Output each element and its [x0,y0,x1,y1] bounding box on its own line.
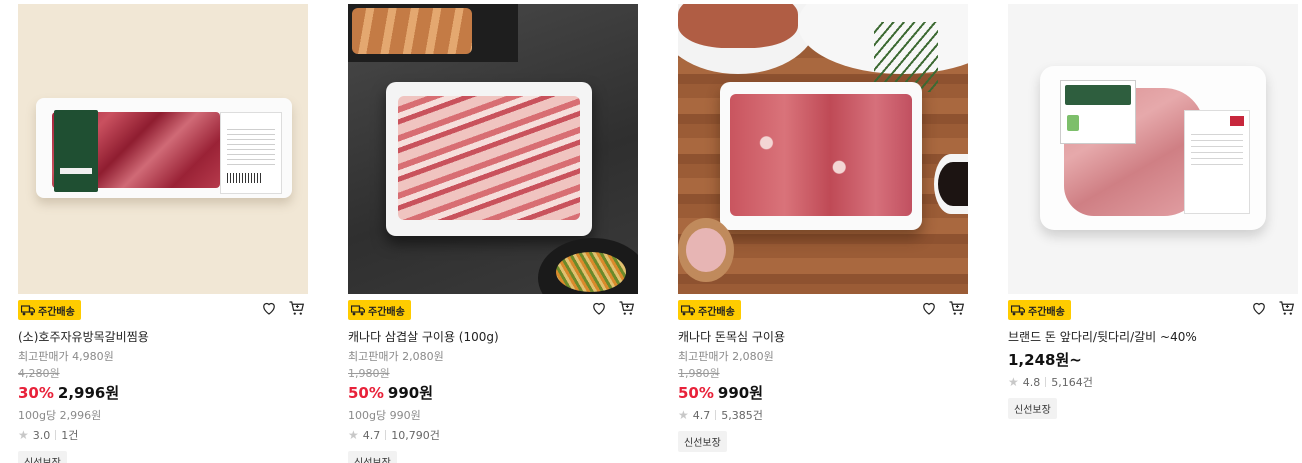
product-card[interactable]: 주간배송 (소)호주자유방목갈비찜용 최고판매가 4,980원 4,280원 3… [18,4,308,463]
original-price: 4,280원 [18,367,60,380]
cart-icon[interactable] [1278,299,1296,317]
product-card[interactable]: 주간배송 캐나다 돈목심 구이용 최고판매가 2,080원 1,980원 50%… [678,4,968,452]
product-name[interactable]: (소)호주자유방목갈비찜용 [18,328,308,345]
original-price: 1,980원 [348,367,390,380]
pork-belly-graphic [398,96,580,220]
delivery-tag-label: 주간배송 [698,306,735,318]
heart-icon[interactable] [590,299,608,317]
heart-icon[interactable] [260,299,278,317]
heart-icon[interactable] [1250,299,1268,317]
rating-score: 4.8 [1022,375,1041,389]
unit-price: 100g당 2,996원 [18,409,102,422]
pork-neck-graphic [730,94,912,216]
sale-price: 2,996원 [57,384,120,402]
reference-price: 최고판매가 4,980원 [18,350,114,363]
brand-label-graphic [1060,80,1136,144]
brand-mark-graphic [1230,116,1244,126]
info-label-graphic [220,112,282,194]
review-count: 1건 [61,429,79,442]
rating-score: 4.7 [692,408,711,422]
truck-icon [20,304,36,316]
sauce-bowl-graphic [934,154,968,214]
truck-icon [1010,304,1026,316]
product-image[interactable] [348,4,638,294]
delivery-tag: 주간배송 [678,300,741,320]
star-icon: ★ [18,428,29,442]
steak-plate-graphic [678,4,818,74]
discount-rate: 50% [678,384,714,402]
star-icon: ★ [678,408,689,422]
rating-row: ★ 4.7 5,385건 [678,407,968,423]
rating-row: ★ 4.7 10,790건 [348,427,638,443]
brand-label-graphic [54,110,98,192]
review-count: 5,164건 [1051,376,1093,389]
review-count: 10,790건 [391,429,440,442]
divider [1045,377,1047,387]
delivery-tag-label: 주간배송 [38,306,75,318]
sale-price-row: 50% 990원 [348,382,638,403]
divider [55,430,57,440]
star-icon: ★ [348,428,359,442]
product-image[interactable] [1008,4,1298,294]
divider [385,430,387,440]
sale-price: 1,248원~ [1008,351,1082,369]
unit-price: 100g당 990원 [348,409,421,422]
product-name[interactable]: 캐나다 돈목심 구이용 [678,328,968,345]
side-dish-graphic [538,238,638,294]
delivery-tag: 주간배송 [18,300,81,320]
cart-icon[interactable] [618,299,636,317]
product-card[interactable]: 주간배송 브랜드 돈 앞다리/뒷다리/갈비 ~40% 1,248원~ ★ 4.8 5… [1008,4,1298,419]
product-name[interactable]: 캐나다 삼겹살 구이용 (100g) [348,328,638,345]
freshness-badge: 신선보장 [678,431,727,452]
salt-bowl-graphic [678,218,734,282]
discount-rate: 30% [18,384,54,402]
cart-icon[interactable] [948,299,966,317]
divider [715,410,717,420]
rating-row: ★ 3.0 1건 [18,427,308,443]
product-card[interactable]: 주간배송 캐나다 삼겹살 구이용 (100g) 최고판매가 2,080원 1,9… [348,4,638,463]
reference-price: 최고판매가 2,080원 [678,350,774,363]
delivery-tag: 주간배송 [1008,300,1071,320]
rating-row: ★ 4.8 5,164건 [1008,374,1298,390]
original-price: 1,980원 [678,367,720,380]
discount-rate: 50% [348,384,384,402]
cart-icon[interactable] [288,299,306,317]
sale-price-row: 30% 2,996원 [18,382,308,403]
star-icon: ★ [1008,375,1019,389]
freshness-badge: 신선보장 [348,451,397,463]
product-image[interactable] [18,4,308,294]
rating-score: 3.0 [32,428,51,442]
truck-icon [680,304,696,316]
reference-price: 최고판매가 2,080원 [348,350,444,363]
product-image[interactable] [678,4,968,294]
grilled-pork-graphic [352,8,472,54]
delivery-tag: 주간배송 [348,300,411,320]
product-name[interactable]: 브랜드 돈 앞다리/뒷다리/갈비 ~40% [1008,328,1298,345]
rating-score: 4.7 [362,428,381,442]
sale-price: 990원 [387,384,434,402]
sale-price: 990원 [717,384,764,402]
review-count: 5,385건 [721,409,763,422]
heart-icon[interactable] [920,299,938,317]
freshness-badge: 신선보장 [1008,398,1057,419]
delivery-tag-label: 주간배송 [1028,306,1065,318]
sale-price-row: 50% 990원 [678,382,968,403]
delivery-tag-label: 주간배송 [368,306,405,318]
freshness-badge: 신선보장 [18,451,67,463]
truck-icon [350,304,366,316]
